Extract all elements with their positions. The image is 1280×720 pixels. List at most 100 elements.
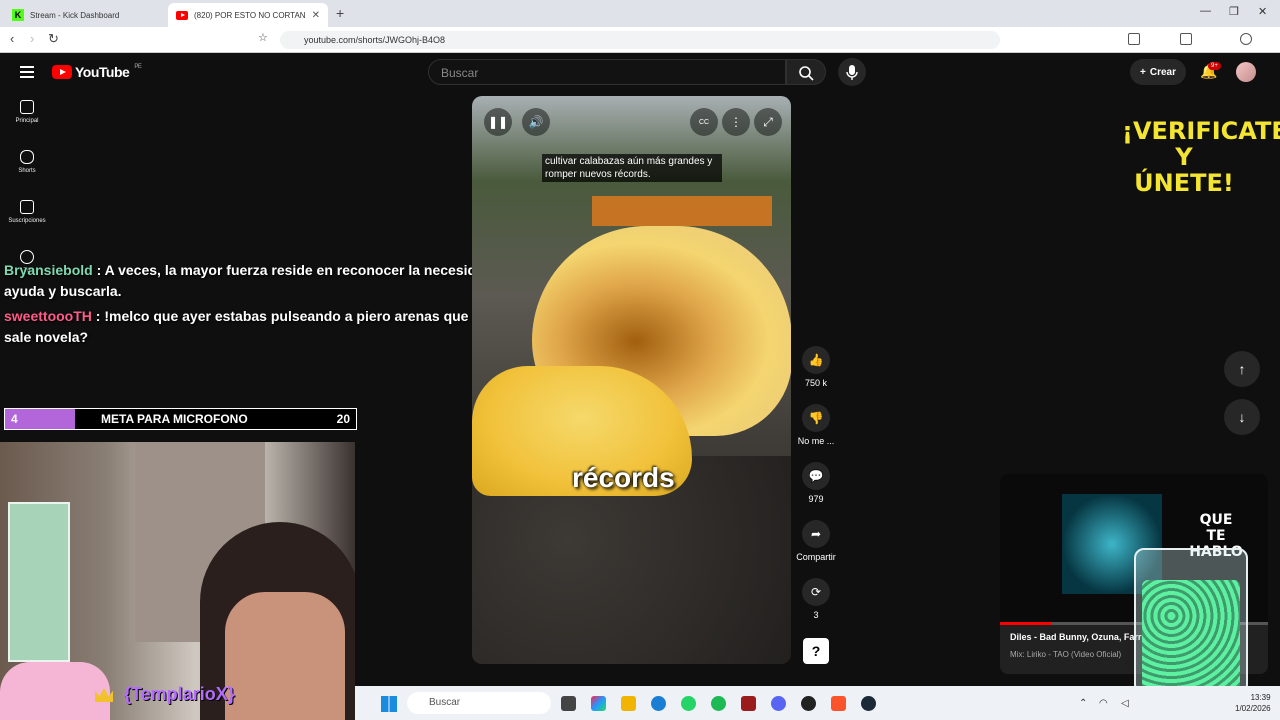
shelf [8,502,70,662]
remix-count: 3 [813,610,819,620]
kick-jar-widget [1134,548,1248,708]
audio-thumbnail[interactable]: ? [803,638,829,664]
create-button[interactable]: + Crear [1130,59,1186,85]
share-button[interactable]: ➦ Compartir [793,520,839,578]
share-label: Compartir [796,552,836,562]
search-icon [799,66,814,81]
youtube-favicon-icon [176,10,188,20]
region-code: PE [134,64,142,70]
like-button[interactable]: 👍 750 k [793,346,839,404]
sidebar-item-label: Principal [15,118,39,124]
chat-message: Bryansiebold : A veces, la mayor fuerza … [4,260,514,302]
more-icon[interactable]: ⋮ [722,108,750,136]
dota-icon[interactable] [741,696,756,711]
new-tab-button[interactable]: + [336,5,344,21]
home-icon [20,100,34,114]
menu-icon[interactable] [20,66,34,78]
search-button[interactable] [786,59,826,85]
remix-button[interactable]: ⟳ 3 [793,578,839,636]
maximize-icon[interactable]: ❐ [1229,5,1239,18]
share-icon: ➦ [802,520,830,548]
close-window-icon[interactable]: ✕ [1258,5,1267,18]
url-field[interactable]: youtube.com/shorts/JWGOhj-B4O8 [280,31,1000,49]
sidebar-item-principal[interactable]: Principal [0,100,54,150]
obs-icon[interactable] [801,696,816,711]
task-view-icon[interactable] [561,696,576,711]
captions-icon[interactable]: CC [690,108,718,136]
volume-icon[interactable]: 🔊 [522,108,550,136]
logo-text: YouTube [75,64,130,80]
thumbs-down-icon: 👎 [802,404,830,432]
edge-icon[interactable] [651,696,666,711]
comment-count: 979 [808,494,824,504]
short-video-player[interactable]: ❚❚ 🔊 CC ⋮ ⤢ cultivar calabazas aún más g… [472,96,791,664]
taskbar-clock[interactable]: 13:39 1/02/2026 [1235,692,1271,714]
sidebar-item-label: Shorts [18,168,36,174]
next-short-button[interactable]: ↓ [1224,399,1260,435]
tab-label: Stream - Kick Dashboard [30,10,120,20]
wifi-icon[interactable]: ◠ [1099,698,1108,709]
microphone-icon [846,65,858,80]
windows-taskbar: Buscar ⌃ ◠ ◁ 13:39 1/02/2026 [355,686,1280,720]
avatar[interactable] [1236,62,1256,82]
discord-icon[interactable] [771,696,786,711]
browser-tab-bar: K Stream - Kick Dashboard (820) POR ESTO… [0,0,1280,27]
thumbs-up-icon: 👍 [802,346,830,374]
comment-icon: 💬 [802,462,830,490]
stream-chat-overlay: Bryansiebold : A veces, la mayor fuerza … [4,260,514,352]
dislike-label: No me ... [797,436,835,446]
chat-message: sweettoooTH : !melco que ayer estabas pu… [4,306,514,348]
kick-favicon-icon: K [12,9,24,21]
bookmark-icon[interactable]: ☆ [258,31,268,44]
previous-short-button[interactable]: ↑ [1224,351,1260,387]
tab-label: (820) POR ESTO NO CORTAN [194,10,306,20]
tray-chevron-icon[interactable]: ⌃ [1079,698,1087,709]
pause-icon[interactable]: ❚❚ [484,108,512,136]
create-label: Crear [1149,66,1176,78]
close-tab-icon[interactable]: ✕ [312,10,320,21]
goal-current: 4 [11,412,18,426]
plus-icon: + [1140,66,1146,78]
remix-icon: ⟳ [802,578,830,606]
minimize-icon[interactable]: — [1200,5,1211,17]
steam-icon[interactable] [861,696,876,711]
forward-icon[interactable]: › [30,31,34,46]
dislike-button[interactable]: 👎 No me ... [793,404,839,462]
file-explorer-icon[interactable] [621,696,636,711]
webcam-feed [0,442,355,720]
search-input[interactable]: Buscar [428,59,786,85]
extensions-icon[interactable] [1128,33,1140,45]
tab-kick-dashboard[interactable]: K Stream - Kick Dashboard [4,3,164,27]
goal-progress-bar: 4 META PARA MICROFONO 20 [4,408,357,430]
subscriptions-icon [20,200,34,214]
clock-date: 1/02/2026 [1235,704,1271,713]
back-icon[interactable]: ‹ [10,31,14,46]
shield-icon[interactable] [1240,33,1252,45]
spotify-icon[interactable] [711,696,726,711]
taskbar-search[interactable]: Buscar [407,692,551,714]
tab-youtube-short[interactable]: (820) POR ESTO NO CORTAN ✕ [168,3,328,27]
overlay-word: récords [572,462,675,493]
like-count: 750 k [804,378,828,388]
whatsapp-icon[interactable] [681,696,696,711]
brave-icon[interactable] [831,696,846,711]
sidebar-icon[interactable] [1180,33,1192,45]
reload-icon[interactable]: ↻ [48,31,59,47]
video-caption: cultivar calabazas aún más grandes y rom… [542,154,722,182]
youtube-logo[interactable]: YouTube PE [52,64,142,80]
promo-text: ¡VERIFICATE Y ÚNETE! [1122,117,1280,197]
clock-time: 13:39 [1250,693,1271,702]
shorts-icon [20,150,34,164]
copilot-icon[interactable] [591,696,606,711]
volume-tray-icon[interactable]: ◁ [1121,698,1129,709]
sidebar-item-shorts[interactable]: Shorts [0,150,54,200]
youtube-play-icon [52,65,72,79]
sidebar-item-suscripciones[interactable]: Suscripciones [0,200,54,250]
streamer-face [225,592,345,720]
fullscreen-icon[interactable]: ⤢ [754,108,782,136]
windows-start-icon[interactable] [381,696,397,712]
goal-label: META PARA MICROFONO [101,412,248,426]
sidebar-item-label: Suscripciones [8,218,46,224]
comments-button[interactable]: 💬 979 [793,462,839,520]
voice-search-button[interactable] [838,58,866,86]
